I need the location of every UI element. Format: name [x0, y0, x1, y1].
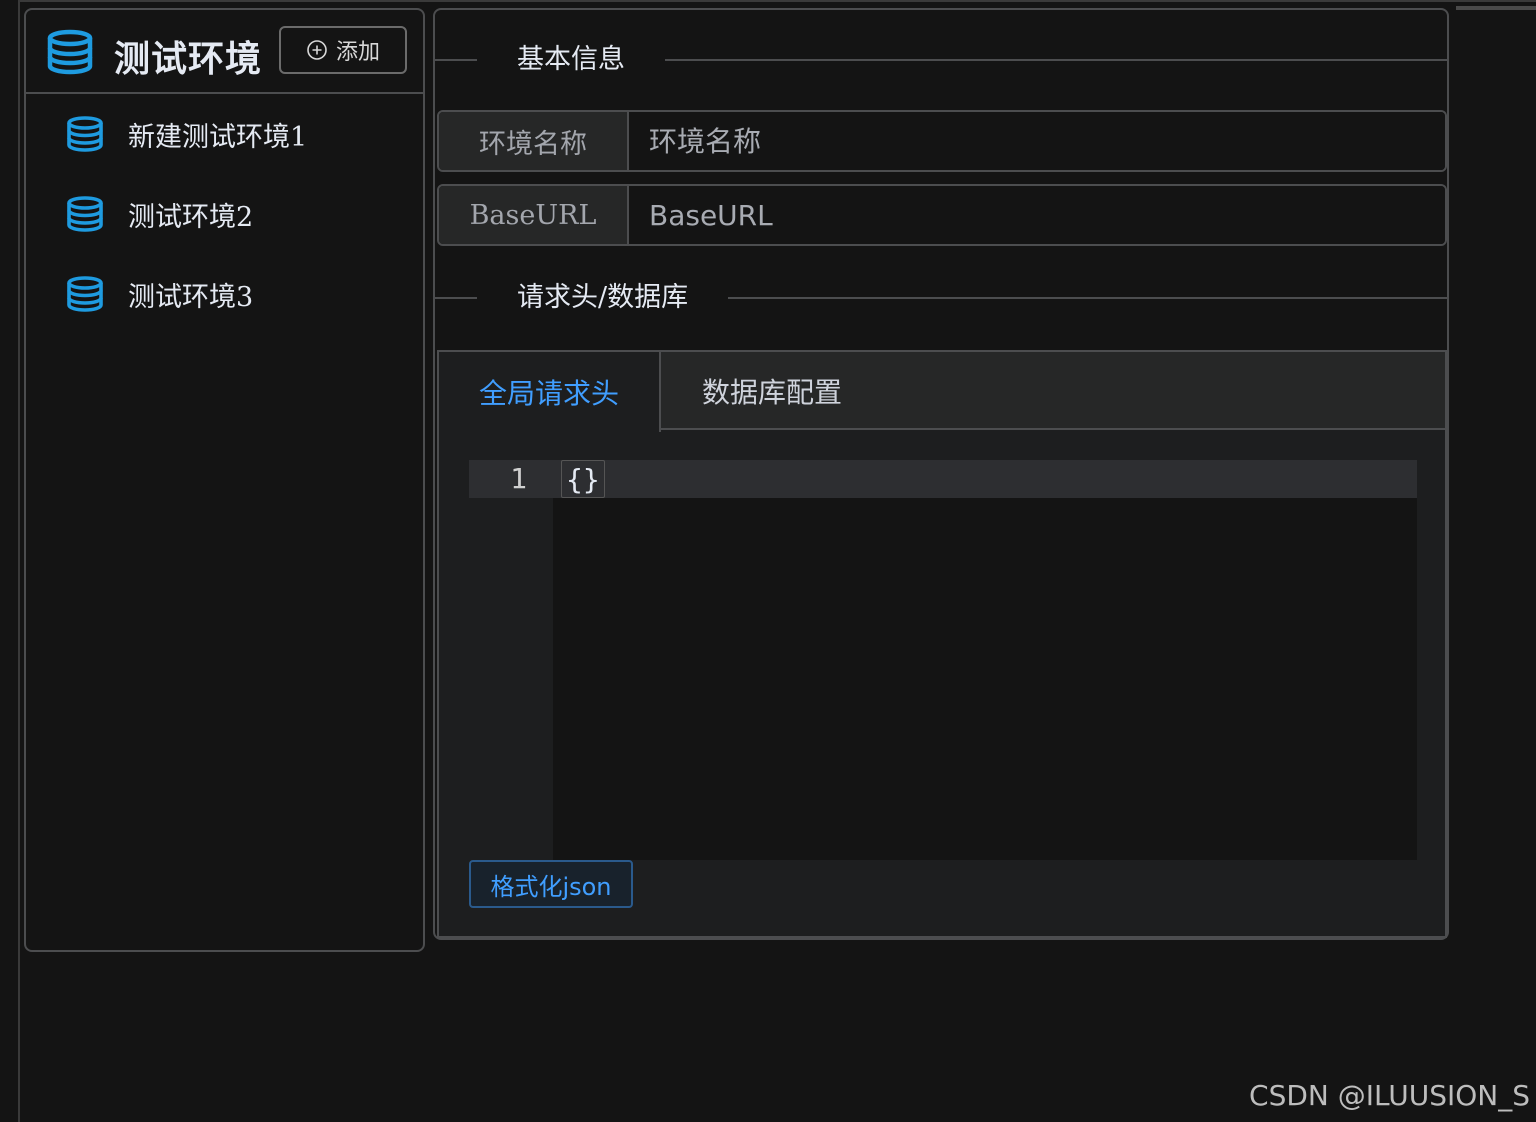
config-tabs: 全局请求头 数据库配置 1 {} 格式化json	[437, 350, 1447, 938]
add-button-label: 添加	[335, 39, 380, 64]
tab-header: 全局请求头 数据库配置	[439, 352, 1445, 432]
add-environment-button[interactable]: 添加	[279, 26, 407, 74]
database-icon	[67, 116, 103, 152]
window-edge-left	[18, 0, 20, 1122]
tab-global-headers[interactable]: 全局请求头	[439, 352, 661, 432]
environment-item[interactable]: 测试环境2	[26, 174, 423, 254]
base-url-label: BaseURL	[439, 186, 629, 244]
json-editor[interactable]: 1 {}	[469, 460, 1417, 860]
database-icon	[67, 276, 103, 312]
watermark: CSDN @ILUUSION_S	[1249, 1079, 1530, 1112]
environment-list: 新建测试环境1 测试环境2 测试环境3	[26, 94, 423, 352]
active-line-highlight	[553, 460, 1417, 498]
environment-item[interactable]: 测试环境3	[26, 254, 423, 334]
environment-sidebar: 测试环境 添加 新建测试环境1 测试环境2 测试环境3	[24, 8, 425, 952]
database-icon	[67, 196, 103, 232]
section-title-headers: 请求头/数据库	[477, 278, 729, 318]
app-root: 测试环境 添加 新建测试环境1 测试环境2 测试环境3 基本信息 环境名称 环境…	[0, 0, 1536, 1122]
window-edge-top	[20, 0, 1536, 2]
scroll-indicator	[1456, 6, 1536, 10]
section-title-basic: 基本信息	[477, 40, 665, 80]
environment-item-label: 新建测试环境1	[128, 121, 308, 153]
database-icon	[47, 29, 93, 75]
sidebar-title: 测试环境	[114, 39, 263, 80]
format-json-button[interactable]: 格式化json	[469, 860, 633, 908]
environment-item-label: 测试环境2	[128, 201, 254, 233]
base-url-input-group: BaseURL	[437, 184, 1447, 246]
sidebar-header: 测试环境 添加	[26, 10, 423, 94]
environment-detail-panel: 基本信息 环境名称 BaseURL 请求头/数据库 全局请求头 数据库配置 1	[433, 8, 1449, 940]
plus-circle-icon	[307, 40, 327, 60]
env-name-input-group: 环境名称	[437, 110, 1447, 172]
editor-code-area[interactable]: {}	[553, 460, 1417, 860]
base-url-input[interactable]	[629, 186, 1445, 244]
environment-item-label: 测试环境3	[128, 281, 254, 313]
env-name-input[interactable]	[629, 112, 1445, 170]
editor-code-text: {}	[561, 460, 605, 498]
line-number: 1	[510, 462, 527, 495]
environment-item[interactable]: 新建测试环境1	[26, 94, 423, 174]
tab-database-config[interactable]: 数据库配置	[661, 352, 883, 430]
editor-gutter: 1	[469, 460, 553, 860]
env-name-label: 环境名称	[439, 112, 629, 170]
